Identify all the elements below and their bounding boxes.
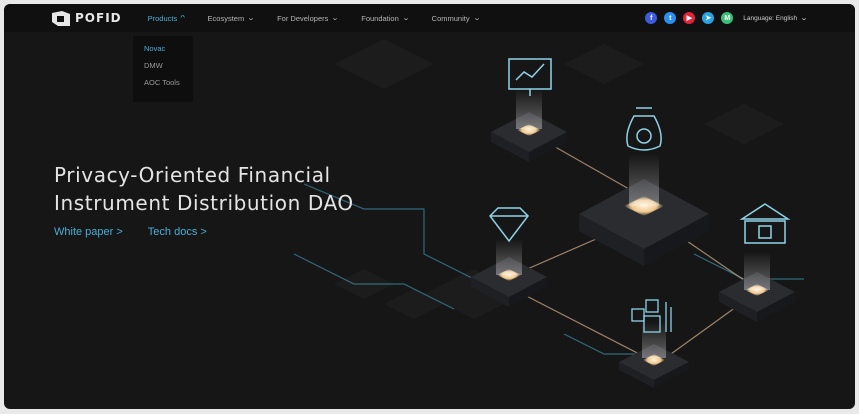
pofid-logo-icon <box>52 10 70 26</box>
nav-item-label: Products <box>147 13 178 23</box>
chevron-down-icon: ⌄ <box>247 15 256 22</box>
dropdown-item-aoc-tools[interactable]: AOC Tools <box>133 74 193 91</box>
bank-node <box>719 203 795 322</box>
nav-right: f t ▶ ➤ M Language: English ⌄ <box>638 4 809 32</box>
products-dropdown: Novac DMW AOC Tools <box>133 36 193 102</box>
top-navigation: POFID Products ^ Ecosystem ⌄ For Develop… <box>4 4 855 32</box>
chart-board-icon <box>508 58 552 96</box>
nav-item-community[interactable]: Community ⌄ <box>431 13 481 23</box>
diamond-icon <box>489 207 529 243</box>
brand-logo[interactable]: POFID <box>52 10 122 26</box>
nav-item-label: For Developers <box>277 13 329 23</box>
youtube-icon[interactable]: ▶ <box>683 12 696 24</box>
chevron-down-icon: ⌄ <box>472 15 481 22</box>
telegram-icon[interactable]: ➤ <box>702 12 715 24</box>
chevron-down-icon: ⌄ <box>331 15 340 22</box>
dropdown-item-dmw[interactable]: DMW <box>133 57 193 74</box>
nav-item-for-developers[interactable]: For Developers ⌄ <box>277 13 340 23</box>
brand-name: POFID <box>75 11 122 25</box>
twitter-icon[interactable]: t <box>664 12 677 24</box>
language-selector[interactable]: Language: English ⌄ <box>743 14 809 23</box>
nav-item-label: Ecosystem <box>207 13 245 23</box>
hero-links: White paper > Tech docs > <box>54 226 232 238</box>
page-frame: POFID Products ^ Ecosystem ⌄ For Develop… <box>4 4 855 409</box>
nav-item-label: Community <box>431 13 470 23</box>
money-bag-icon <box>626 107 662 151</box>
hero-title-line-2: Instrument Distribution DAO <box>54 191 354 215</box>
main-menu: Products ^ Ecosystem ⌄ For Developers ⌄ … <box>148 14 503 23</box>
chevron-down-icon: ⌄ <box>799 15 809 22</box>
chevron-up-icon: ^ <box>180 14 186 22</box>
nav-item-products[interactable]: Products ^ <box>147 13 186 23</box>
white-paper-link[interactable]: White paper > <box>54 226 123 238</box>
dropdown-item-novac[interactable]: Novac <box>133 40 193 57</box>
diamond-node <box>471 207 547 307</box>
language-label: Language: English <box>743 14 798 22</box>
facebook-icon[interactable]: f <box>645 12 658 24</box>
hero-title: Privacy-Oriented Financial Instrument Di… <box>54 161 354 217</box>
bank-icon <box>739 203 791 244</box>
cubes-node <box>619 299 689 388</box>
nav-item-label: Foundation <box>361 13 399 23</box>
central-hub-platform <box>579 154 709 266</box>
nav-item-foundation[interactable]: Foundation ⌄ <box>361 13 410 23</box>
analytics-node <box>491 58 567 162</box>
chevron-down-icon: ⌄ <box>401 15 410 22</box>
tech-docs-link[interactable]: Tech docs > <box>148 226 207 238</box>
medium-icon[interactable]: M <box>721 12 734 24</box>
hero-title-line-1: Privacy-Oriented Financial <box>54 163 331 187</box>
background-tiles <box>334 39 784 319</box>
nav-item-ecosystem[interactable]: Ecosystem ⌄ <box>207 13 256 23</box>
